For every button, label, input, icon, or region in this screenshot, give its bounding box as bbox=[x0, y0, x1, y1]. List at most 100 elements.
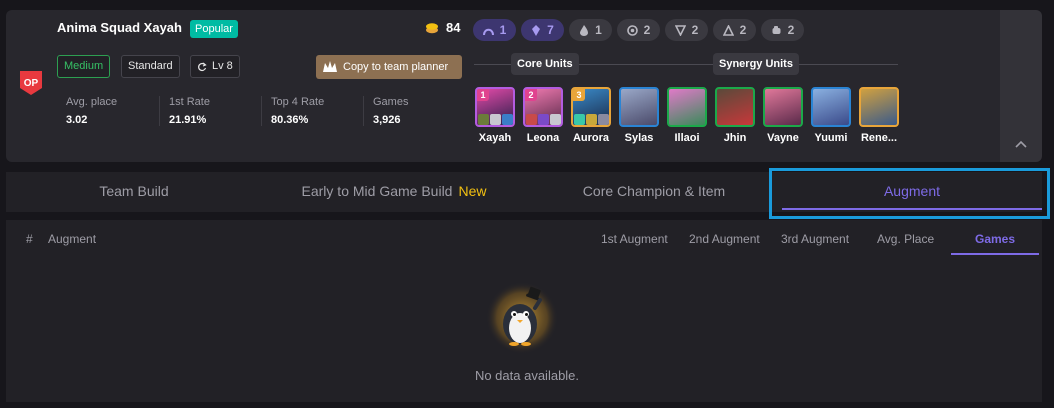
stat-value: 3.02 bbox=[66, 114, 88, 126]
item-slots bbox=[573, 114, 609, 125]
trait-count: 1 bbox=[595, 23, 602, 37]
unit-card[interactable]: 3 Aurora bbox=[569, 87, 613, 144]
item-icon[interactable] bbox=[489, 114, 501, 125]
op-logo-icon: OP bbox=[20, 71, 42, 95]
champion-name: Aurora bbox=[572, 132, 610, 144]
column-header-augment: Augment bbox=[48, 232, 97, 246]
new-badge: New bbox=[458, 183, 487, 199]
stat-label: Avg. place bbox=[66, 96, 118, 108]
stat-games: Games 3,926 bbox=[363, 96, 465, 126]
unit-card[interactable]: Vayne bbox=[761, 87, 805, 144]
style-tag: Standard bbox=[121, 55, 180, 78]
stat-top4-rate: Top 4 Rate 80.36% bbox=[261, 96, 363, 126]
difficulty-tag: Medium bbox=[57, 55, 111, 78]
item-icon[interactable] bbox=[549, 114, 561, 125]
unit-card[interactable]: Illaoi bbox=[665, 87, 709, 144]
star-level-badge: 3 bbox=[573, 89, 585, 101]
gold-value: 84 bbox=[446, 20, 461, 35]
flame-trait-icon bbox=[580, 24, 589, 36]
unit-card[interactable]: Rene... bbox=[857, 87, 901, 144]
stat-value: 80.36% bbox=[271, 114, 309, 126]
stat-first-rate: 1st Rate 21.91% bbox=[159, 96, 261, 126]
unit-card[interactable]: Jhin bbox=[713, 87, 757, 144]
champion-name: Sylas bbox=[624, 132, 654, 144]
copy-to-team-planner-button[interactable]: Copy to team planner bbox=[316, 55, 462, 79]
gold-cost: 84 bbox=[425, 20, 460, 35]
trait-badge[interactable]: 2 bbox=[665, 19, 708, 41]
refresh-icon bbox=[198, 62, 207, 71]
trait-count: 2 bbox=[787, 23, 795, 37]
champion-portrait: 2 bbox=[523, 87, 563, 127]
trait-badge[interactable]: 2 bbox=[761, 19, 804, 41]
penguin-mascot-icon bbox=[486, 282, 558, 354]
item-slots bbox=[525, 114, 561, 125]
stat-label: 1st Rate bbox=[169, 96, 210, 108]
item-icon[interactable] bbox=[585, 114, 597, 125]
synergy-units-label: Synergy Units bbox=[713, 53, 799, 75]
champion-portrait: 3 bbox=[571, 87, 611, 127]
stat-value: 21.91% bbox=[169, 114, 207, 126]
champion-portrait bbox=[763, 87, 803, 127]
stat-label: Games bbox=[373, 96, 409, 108]
shield-trait-icon bbox=[674, 24, 686, 36]
fist-trait-icon bbox=[772, 25, 781, 34]
trait-badge[interactable]: 1 bbox=[473, 19, 516, 41]
tab-early-to-mid-game-build[interactable]: Early to Mid Game Build New bbox=[262, 172, 526, 212]
sorted-column-underline bbox=[951, 253, 1039, 255]
collapse-button[interactable] bbox=[1000, 10, 1042, 162]
champion-name: Leona bbox=[526, 132, 560, 144]
item-icon[interactable] bbox=[537, 114, 549, 125]
unit-card[interactable]: 2 Leona bbox=[521, 87, 565, 144]
stat-value: 3,926 bbox=[373, 114, 401, 126]
champion-portrait bbox=[859, 87, 899, 127]
column-header-2nd-augment[interactable]: 2nd Augment bbox=[689, 230, 760, 248]
champion-name: Illaoi bbox=[674, 132, 700, 144]
chevron-up-icon bbox=[1015, 140, 1027, 148]
unit-card[interactable]: Sylas bbox=[617, 87, 661, 144]
level-tag: Lv 8 bbox=[190, 55, 240, 78]
champion-name: Yuumi bbox=[814, 132, 848, 144]
tab-label: Core Champion & Item bbox=[582, 183, 726, 199]
crown-icon bbox=[323, 61, 337, 72]
champion-name: Vayne bbox=[767, 132, 799, 144]
item-slots bbox=[477, 114, 513, 125]
champion-portrait: 1 bbox=[475, 87, 515, 127]
champion-portrait bbox=[619, 87, 659, 127]
trait-count: 7 bbox=[547, 23, 554, 37]
empty-state-text: No data available. bbox=[474, 368, 580, 383]
champion-portrait bbox=[811, 87, 851, 127]
champion-name: Xayah bbox=[478, 132, 512, 144]
trait-count: 2 bbox=[739, 23, 747, 37]
trait-count: 2 bbox=[643, 23, 651, 37]
tab-label: Team Build bbox=[99, 183, 169, 199]
crystal-trait-icon bbox=[532, 24, 541, 36]
item-icon[interactable] bbox=[501, 114, 513, 125]
unit-card[interactable]: Yuumi bbox=[809, 87, 853, 144]
unit-list: 1 Xayah 2 Leona 3 Aurora Sylas Illaoi Jhin Vayne Y… bbox=[473, 87, 901, 144]
item-icon[interactable] bbox=[525, 114, 537, 125]
column-header-games[interactable]: Games bbox=[951, 230, 1039, 248]
champion-portrait bbox=[715, 87, 755, 127]
item-icon[interactable] bbox=[597, 114, 609, 125]
champion-name: Jhin bbox=[723, 132, 747, 144]
trait-badge[interactable]: 2 bbox=[617, 19, 660, 41]
triangle-trait-icon bbox=[722, 24, 734, 36]
item-icon[interactable] bbox=[477, 114, 489, 125]
tab-core-champion-item[interactable]: Core Champion & Item bbox=[526, 172, 782, 212]
star-level-badge: 2 bbox=[525, 89, 537, 101]
level-text: Lv 8 bbox=[212, 60, 233, 72]
trait-badge[interactable]: 1 bbox=[569, 19, 612, 41]
column-header-avg-place[interactable]: Avg. Place bbox=[877, 230, 934, 248]
copy-to-team-planner-label: Copy to team planner bbox=[343, 61, 449, 73]
column-header-3rd-augment[interactable]: 3rd Augment bbox=[781, 230, 849, 248]
item-icon[interactable] bbox=[573, 114, 585, 125]
champion-name: Rene... bbox=[860, 132, 898, 144]
tab-team-build[interactable]: Team Build bbox=[6, 172, 262, 212]
column-header-1st-augment[interactable]: 1st Augment bbox=[601, 230, 668, 248]
trait-badge[interactable]: 7 bbox=[521, 19, 564, 41]
unit-card[interactable]: 1 Xayah bbox=[473, 87, 517, 144]
trait-list: 1 7 1 2 2 2 2 bbox=[473, 19, 804, 41]
stat-label: Top 4 Rate bbox=[271, 96, 325, 108]
augment-tab-highlight bbox=[769, 168, 1050, 219]
trait-badge[interactable]: 2 bbox=[713, 19, 756, 41]
